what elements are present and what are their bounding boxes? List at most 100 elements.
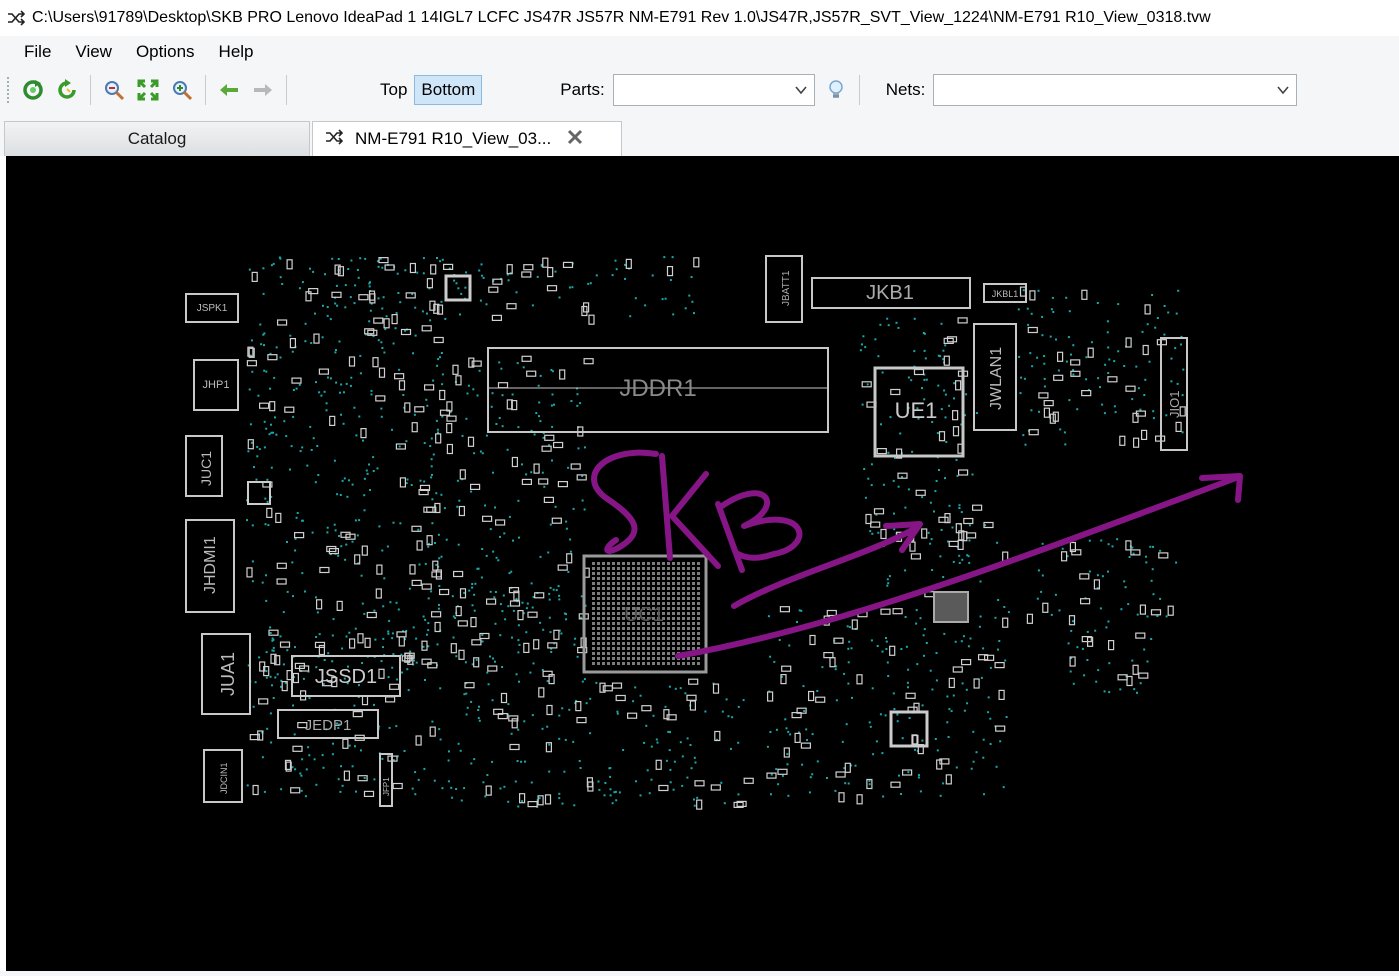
board-drawing[interactable]: JDDR1 JKB1 JKBL1 JBATT1 UE1 JWLAN1 JIO1 … [6, 156, 1399, 971]
test-pad [1114, 411, 1117, 414]
parts-combobox[interactable] [612, 74, 815, 106]
zoom-out-icon[interactable] [99, 75, 129, 105]
test-pad [517, 499, 520, 502]
smd-component [1125, 385, 1136, 392]
forward-arrow-icon[interactable] [248, 75, 278, 105]
menu-view[interactable]: View [63, 38, 124, 66]
tab-catalog[interactable]: Catalog [4, 121, 310, 156]
test-pad [1113, 405, 1116, 408]
label-jua1: JUA1 [218, 652, 238, 696]
smd-component [566, 553, 573, 564]
label-jio1: JIO1 [1167, 391, 1182, 418]
test-pad [911, 450, 914, 453]
bottom-side-toggle[interactable]: Bottom [414, 75, 483, 105]
refresh-icon[interactable] [18, 75, 48, 105]
test-pad [538, 401, 541, 404]
test-pad [522, 366, 525, 369]
smd-component [823, 652, 834, 659]
test-pad [517, 805, 520, 808]
test-pad [811, 773, 814, 776]
test-pad [423, 442, 426, 444]
test-pad [416, 271, 419, 274]
test-pad [460, 799, 463, 802]
test-pad [356, 269, 359, 271]
test-pad [478, 719, 481, 722]
smd-component [318, 368, 329, 375]
test-pad [770, 773, 773, 776]
test-pad [345, 635, 348, 638]
tab-board-view[interactable]: NM-E791 R10_View_03... [312, 121, 622, 156]
test-pad [249, 423, 252, 426]
test-pad [456, 479, 459, 482]
fit-icon[interactable] [133, 75, 163, 105]
board-canvas[interactable]: JDDR1 JKB1 JKBL1 JBATT1 UE1 JWLAN1 JIO1 … [6, 156, 1399, 971]
test-pad [286, 590, 289, 593]
test-pad [439, 356, 441, 359]
test-pad [440, 300, 443, 303]
menu-help[interactable]: Help [207, 38, 266, 66]
smd-component [547, 266, 554, 278]
test-pad [531, 606, 534, 609]
zoom-in-icon[interactable] [167, 75, 197, 105]
test-pad [251, 560, 254, 563]
test-pad [380, 660, 383, 663]
back-arrow-icon[interactable] [214, 75, 244, 105]
test-pad [784, 718, 787, 721]
test-pad [1002, 786, 1005, 789]
test-pad [536, 275, 539, 278]
test-pad [847, 647, 850, 650]
test-pad [887, 675, 890, 677]
test-pad [279, 356, 282, 359]
test-pad [309, 267, 311, 270]
smd-component [945, 774, 952, 785]
test-pad [854, 764, 857, 767]
test-pad [270, 264, 273, 267]
test-pad [786, 753, 789, 756]
test-pad [1096, 574, 1099, 577]
close-icon[interactable] [567, 129, 583, 150]
test-pad [549, 586, 552, 589]
test-pad [871, 687, 874, 690]
test-pad [786, 763, 789, 766]
test-pad [437, 607, 440, 610]
test-pad [989, 743, 992, 745]
test-pad [884, 714, 887, 717]
test-pad [583, 678, 586, 681]
smd-component [938, 431, 946, 442]
toolbar-separator [286, 75, 287, 105]
smd-component [517, 610, 524, 621]
test-pad [304, 795, 307, 798]
menu-file[interactable]: File [12, 38, 63, 66]
test-pad [494, 660, 496, 663]
smd-component [375, 395, 386, 402]
test-pad [260, 343, 263, 346]
chevron-down-icon[interactable] [794, 83, 808, 102]
menu-options[interactable]: Options [124, 38, 207, 66]
chevron-down-icon[interactable] [1276, 83, 1290, 102]
test-pad [548, 616, 551, 619]
test-pad [1149, 545, 1152, 548]
test-pad [415, 661, 418, 664]
test-pad [479, 299, 482, 302]
smd-component [357, 775, 368, 782]
test-pad [291, 561, 294, 564]
toolbar-grip[interactable] [6, 76, 10, 104]
test-pad [429, 319, 432, 322]
nets-combobox[interactable] [933, 74, 1298, 106]
smd-component [482, 515, 493, 522]
test-pad [546, 680, 549, 683]
lightbulb-icon[interactable] [821, 75, 851, 105]
test-pad [512, 609, 515, 612]
test-pad [1100, 539, 1103, 542]
test-pad [900, 648, 903, 650]
test-pad [614, 259, 617, 262]
test-pad [508, 515, 511, 518]
smd-component [1038, 392, 1049, 399]
test-pad [688, 294, 691, 297]
smd-component [470, 617, 477, 628]
test-pad [264, 497, 267, 500]
test-pad [387, 632, 390, 635]
test-pad [906, 681, 909, 684]
top-side-toggle[interactable]: Top [373, 75, 414, 105]
rotate-icon[interactable] [52, 75, 82, 105]
